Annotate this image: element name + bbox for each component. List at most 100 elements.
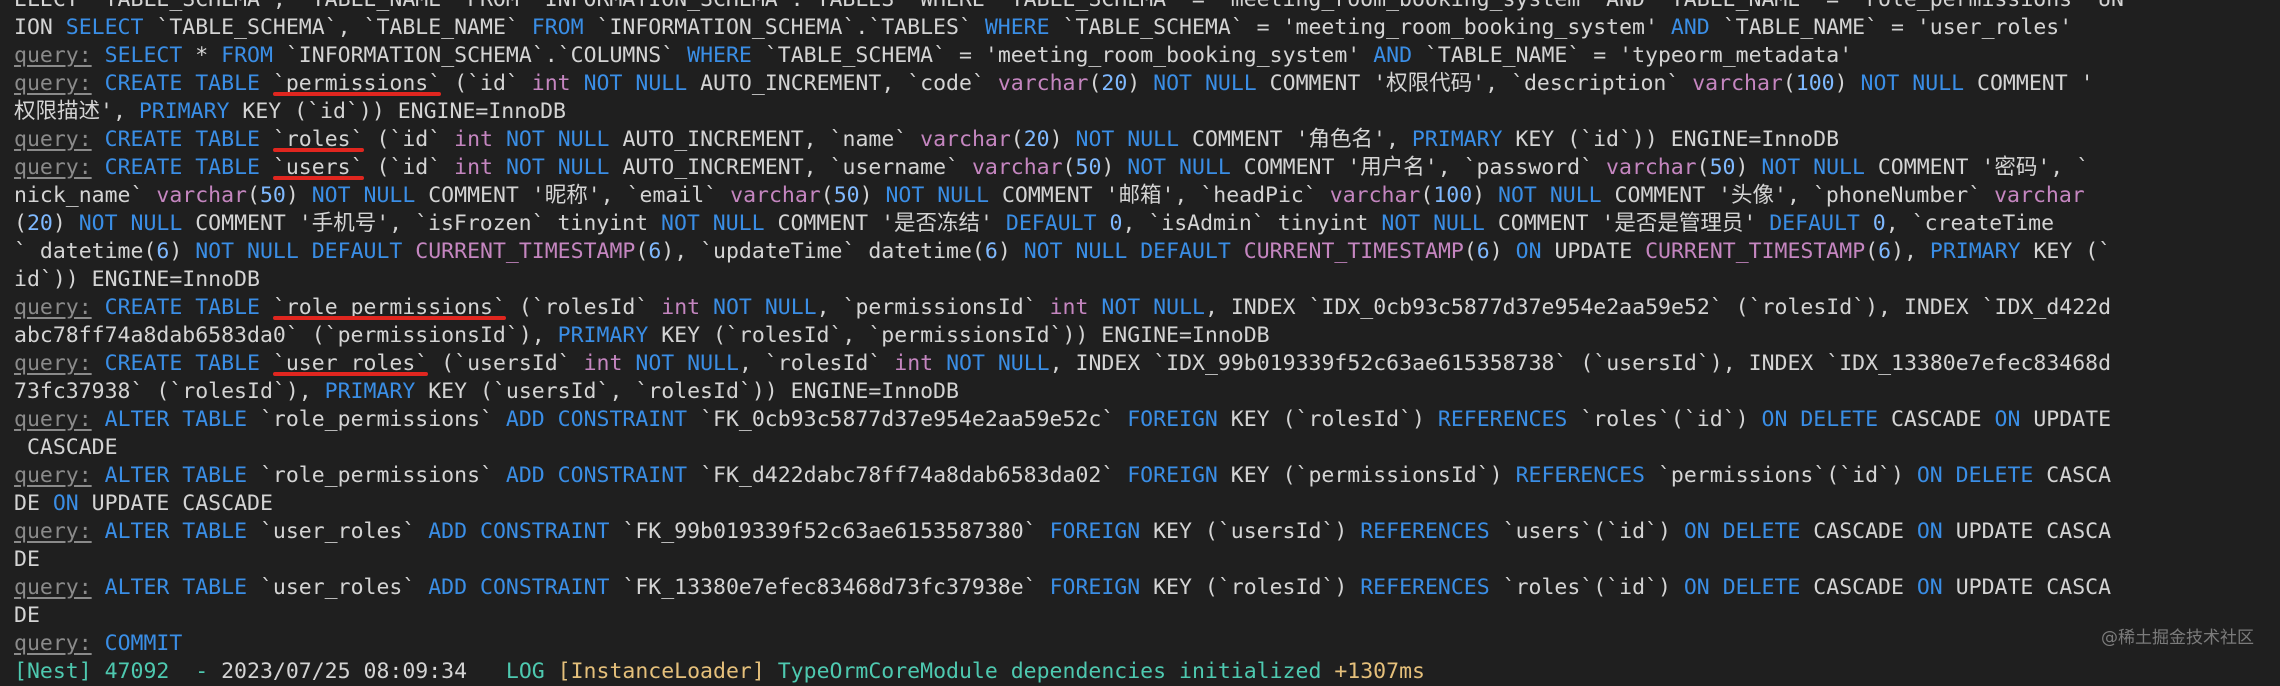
log-text: COMMENT '昵称', `email`: [415, 183, 731, 208]
log-text: KEY (`rolesId`): [1217, 407, 1438, 432]
log-text: CURRENT_TIMESTAMP: [415, 239, 636, 264]
log-text: (: [247, 183, 260, 208]
log-text: NOT NULL: [1381, 211, 1485, 236]
log-text: `TABLE_NAME` = 'typeorm_metadata': [1412, 43, 1853, 68]
query-prefix: query:: [14, 519, 92, 544]
log-text: FOREIGN: [1049, 575, 1141, 600]
log-text: ): [1127, 71, 1154, 96]
log-text: (: [1420, 183, 1434, 208]
log-text: int: [531, 71, 571, 96]
log-text: [Nest] 47092 -: [14, 659, 222, 684]
query-prefix: query:: [14, 575, 92, 600]
log-text: `roles`(`id`): [1489, 575, 1684, 600]
log-text: KEY (`rolesId`): [1140, 575, 1361, 600]
log-text: 2023/07/25 08:09:34: [221, 659, 506, 684]
log-text: CREATE TABLE: [104, 155, 260, 180]
log-text: (: [1463, 239, 1477, 264]
log-text: KEY (`usersId`): [1140, 519, 1361, 544]
log-text: int: [1049, 295, 1089, 320]
log-text: ),: [1891, 239, 1930, 264]
log-text: NOT NULL: [661, 211, 765, 236]
log-text: ON: [1994, 407, 2021, 432]
query-prefix: query:: [14, 407, 92, 432]
log-text: ADD CONSTRAINT: [505, 407, 688, 432]
query-prefix: query:: [14, 295, 92, 320]
log-text: DE: [14, 603, 40, 628]
log-text: NOT NULL: [1498, 183, 1602, 208]
log-text: ELECT `TABLE_SCHEMA`, `TABLE_NAME` FROM …: [14, 0, 2124, 12]
query-prefix: query:: [14, 71, 92, 96]
log-text: COMMENT '头像', `phoneNumber`: [1601, 183, 1995, 208]
log-text: `TABLE_NAME` = 'user_roles': [1709, 15, 2073, 40]
log-text: UPDATE: [2020, 407, 2112, 432]
query-prefix: query:: [14, 631, 92, 656]
log-text: , `createTime: [1885, 211, 2055, 236]
log-text: DE: [14, 491, 53, 516]
log-text: COMMENT '邮箱', `headPic`: [989, 183, 1330, 208]
log-text: 6: [1878, 239, 1892, 264]
log-text: ADD CONSTRAINT: [428, 519, 610, 544]
log-text: `FK_0cb93c5877d37e954e2aa59e52c`: [687, 407, 1128, 432]
log-text: , INDEX `IDX_99b019339f52c63ae615358738`…: [1049, 351, 2112, 376]
log-text: varchar: [920, 127, 1011, 152]
log-text: REFERENCES: [1515, 463, 1646, 488]
log-line: CASCADE: [0, 434, 2280, 462]
log-text: REFERENCES: [1360, 575, 1490, 600]
log-text: NOT NULL: [1101, 295, 1205, 320]
log-text: KEY (`rolesId`, `permissionsId`)) ENGINE…: [648, 323, 1270, 348]
log-text: NOT NULL: [946, 351, 1050, 376]
log-text: ): [1735, 155, 1762, 180]
log-text: COMMIT: [104, 631, 183, 656]
log-text: ON DELETE: [1683, 575, 1801, 600]
log-text: PRIMARY: [557, 323, 649, 348]
query-prefix: query:: [14, 351, 92, 376]
log-text: ): [997, 239, 1024, 264]
log-text: , `permissionsId`: [816, 295, 1050, 320]
log-text: `FK_13380e7efec83468d73fc37938e`: [609, 575, 1050, 600]
log-text: (: [1865, 239, 1879, 264]
log-text: KEY (`id`)) ENGINE=InnoDB: [229, 99, 566, 124]
log-text: 73fc37938` (`rolesId`),: [14, 379, 325, 404]
log-text: UPDATE CASCADE: [78, 491, 273, 516]
log-text: PRIMARY: [324, 379, 416, 404]
query-prefix: query:: [14, 155, 92, 180]
log-text: int: [894, 351, 934, 376]
log-text: ALTER TABLE: [104, 407, 248, 432]
log-text: UPDATE CASCA: [1942, 519, 2112, 544]
log-text: COMMENT '密码', `: [1864, 155, 2090, 180]
terminal-output: ELECT `TABLE_SCHEMA`, `TABLE_NAME` FROM …: [0, 0, 2280, 686]
log-text: AUTO_INCREMENT, `code`: [687, 71, 998, 96]
log-text: SELECT: [104, 43, 183, 68]
log-text: 20: [1101, 71, 1128, 96]
log-text: ADD CONSTRAINT: [428, 575, 610, 600]
log-text: ADD CONSTRAINT: [505, 463, 688, 488]
log-text: `TABLE_SCHEMA` = 'meeting_room_booking_s…: [751, 43, 1374, 68]
log-text: `permissions`(`id`): [1645, 463, 1917, 488]
log-text: ): [169, 239, 196, 264]
log-text: int: [454, 127, 493, 152]
log-text: 100: [1795, 71, 1835, 96]
log-text: CREATE TABLE: [104, 351, 260, 376]
log-text: WHERE: [687, 43, 752, 68]
log-text: NOT NULL DEFAULT: [1023, 239, 1231, 264]
log-text: KEY (`id`)) ENGINE=InnoDB: [1502, 127, 1840, 152]
log-line: query: COMMIT: [0, 630, 2280, 658]
log-text: [InstanceLoader]: [557, 659, 778, 684]
log-text: ), `updateTime` datetime(: [661, 239, 985, 264]
log-text: `INFORMATION_SCHEMA`.`TABLES`: [583, 15, 985, 40]
log-text: int: [454, 155, 493, 180]
log-text: AUTO_INCREMENT, `name`: [609, 127, 921, 152]
log-text: CASCADE: [14, 435, 118, 460]
log-text: NOT NULL DEFAULT: [195, 239, 403, 264]
log-text: NOT NULL: [1153, 71, 1257, 96]
log-text: *: [182, 43, 222, 68]
log-text: FROM: [531, 15, 584, 40]
